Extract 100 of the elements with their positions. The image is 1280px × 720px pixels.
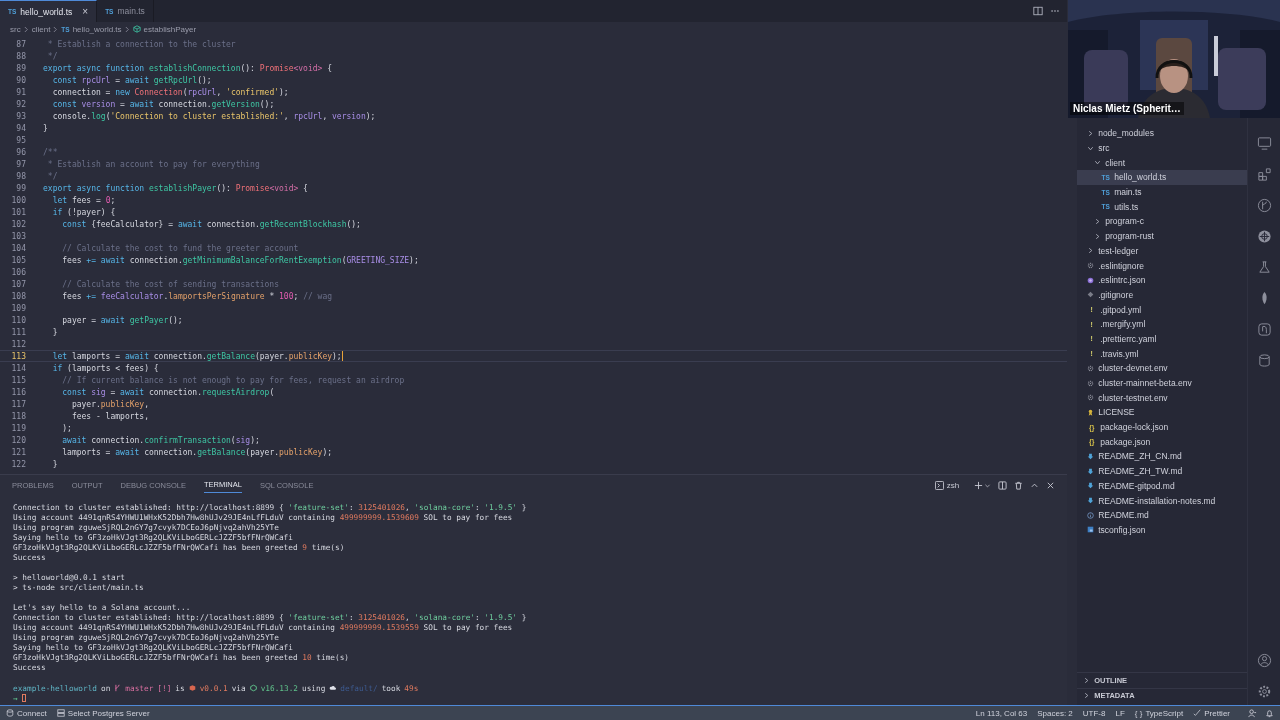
code-line: * Establish an account to pay for everything <box>46 159 260 169</box>
code-line: // Calculate the cost to fund the greeter account <box>61 243 299 253</box>
tree-item[interactable]: README-installation-notes.md <box>1077 493 1247 508</box>
tree-item[interactable]: README.md <box>1077 507 1247 523</box>
line-number: 113 <box>10 351 26 361</box>
code-line: * Establish a connection to the cluster <box>46 39 236 49</box>
plus-icon[interactable] <box>974 480 984 490</box>
line-number: 95 <box>15 135 26 145</box>
code-line: /** <box>43 147 58 157</box>
settings-icon[interactable] <box>1256 684 1272 699</box>
line-number: 118 <box>10 411 26 421</box>
status-item[interactable]: UTF-8 <box>1082 708 1106 718</box>
file-icon <box>1087 526 1095 534</box>
line-number: 108 <box>10 291 26 301</box>
bell-icon[interactable] <box>1265 708 1274 718</box>
code-line: connection = new Connection(rpcUrl, 'confirmed'); <box>51 87 289 97</box>
tree-item[interactable]: node_modules <box>1077 126 1247 141</box>
text-cursor <box>341 351 343 361</box>
terminal-cursor <box>21 694 26 702</box>
line-number: 119 <box>10 423 26 433</box>
tree-item[interactable]: tsconfig.json <box>1077 522 1247 538</box>
line-number: 99 <box>15 183 26 193</box>
tree-item[interactable]: .gitignore <box>1077 287 1247 303</box>
status-item[interactable]: Ln 113, Col 63 <box>975 708 1028 718</box>
tree-item[interactable]: README_ZH_TW.md <box>1077 463 1247 479</box>
code-line: await connection.confirmTransaction(sig); <box>61 435 260 445</box>
line-number: 115 <box>10 375 26 385</box>
git-icon[interactable] <box>1256 198 1272 213</box>
line-number: 90 <box>15 75 26 85</box>
check-icon <box>1193 709 1202 717</box>
tree-item[interactable]: ! .travis.yml <box>1077 346 1247 361</box>
code-line: fees += await connection.getMinimumBalanceForRentExemption(GREETING_SIZE); <box>61 255 419 265</box>
code-line: const sig = await connection.requestAirdrop( <box>61 387 275 397</box>
tree-item[interactable]: cluster-devnet.env <box>1077 361 1247 376</box>
line-number: 110 <box>10 315 26 325</box>
tree-item[interactable]: cluster-mainnet-beta.env <box>1077 375 1247 391</box>
chevron-icon <box>53 25 59 33</box>
line-number: 100 <box>10 195 26 205</box>
status-item[interactable]: LF <box>1115 708 1125 718</box>
code-line: if (!payer) { <box>51 207 116 217</box>
close-icon[interactable] <box>1046 480 1056 490</box>
tree-item[interactable]: .eslintrc.json <box>1077 272 1247 288</box>
status-item[interactable]: Connect <box>6 708 47 718</box>
code-line: const {feeCalculator} = await connection.getRecentBlockhash(); <box>61 219 361 229</box>
tree-item[interactable]: test-ledger <box>1077 243 1247 259</box>
status-item[interactable]: Prettier <box>1193 708 1230 718</box>
code-line: } <box>51 327 58 337</box>
code-line: } <box>51 459 58 469</box>
package-icon <box>188 684 196 692</box>
code-line: */ <box>46 171 58 181</box>
split-terminal-icon[interactable] <box>998 480 1008 490</box>
tree-item[interactable]: ! .gitpod.yml <box>1077 302 1247 317</box>
line-number: 102 <box>10 219 26 229</box>
flask-icon[interactable] <box>1256 260 1272 275</box>
tree-item[interactable]: README-gitpod.md <box>1077 478 1247 494</box>
branch-icon <box>114 684 122 692</box>
tree-item[interactable]: ! .mergify.yml <box>1077 316 1247 332</box>
line-number: 97 <box>15 159 26 169</box>
code-line: const version = await connection.getVersion(); <box>51 99 275 109</box>
tree-item[interactable]: program-c <box>1077 214 1247 229</box>
tree-item[interactable]: ! .prettierrc.yaml <box>1077 331 1247 347</box>
breadcrumb-item[interactable]: client <box>31 24 51 34</box>
tree-item[interactable]: client <box>1077 155 1247 171</box>
account-icon[interactable] <box>1256 653 1272 668</box>
diamond-icon <box>1087 291 1095 299</box>
line-number: 109 <box>10 303 26 313</box>
trash-icon[interactable] <box>1014 480 1024 490</box>
breadcrumb-item[interactable]: src <box>10 24 21 34</box>
status-item[interactable]: Spaces: 2 <box>1037 708 1073 718</box>
breadcrumb-item[interactable]: establishPayer <box>132 24 197 34</box>
chevron-icon <box>23 25 29 33</box>
database-icon[interactable] <box>1256 353 1272 368</box>
line-number: 117 <box>10 399 26 409</box>
line-number: 88 <box>15 51 26 61</box>
tree-item[interactable]: README_ZH_CN.md <box>1077 449 1247 464</box>
tree-item[interactable]: src <box>1077 140 1247 156</box>
tree-item[interactable]: cluster-testnet.env <box>1077 390 1247 406</box>
tree-item[interactable]: .eslintignore <box>1077 258 1247 273</box>
helm-wheel-icon[interactable] <box>1256 229 1272 244</box>
license-icon <box>1087 408 1095 416</box>
code-line: // If current balance is not enough to pay for fees, request an airdrop <box>61 375 405 385</box>
status-item[interactable]: { } TypeScript <box>1134 708 1184 718</box>
line-number: 92 <box>15 99 26 109</box>
monitor-icon[interactable] <box>1256 136 1272 151</box>
feedback-icon[interactable] <box>1248 708 1257 718</box>
tree-item[interactable]: LICENSE <box>1077 405 1247 420</box>
hexagon-icon <box>249 684 257 692</box>
split-editor-icon[interactable] <box>1033 6 1044 16</box>
status-item[interactable]: Select Postgres Server <box>56 708 150 718</box>
line-number: 101 <box>10 207 26 217</box>
line-number: 116 <box>10 387 26 397</box>
line-number: 89 <box>15 63 26 73</box>
database-icon <box>6 709 14 717</box>
code-line: payer.publicKey, <box>70 399 149 409</box>
terminal-selector[interactable]: zsh <box>934 480 960 490</box>
tree-item[interactable]: program-rust <box>1077 228 1247 244</box>
line-number: 122 <box>10 459 26 469</box>
line-number: 94 <box>15 123 26 133</box>
extensions-icon[interactable] <box>1256 167 1272 182</box>
chevron-icon <box>124 25 130 33</box>
